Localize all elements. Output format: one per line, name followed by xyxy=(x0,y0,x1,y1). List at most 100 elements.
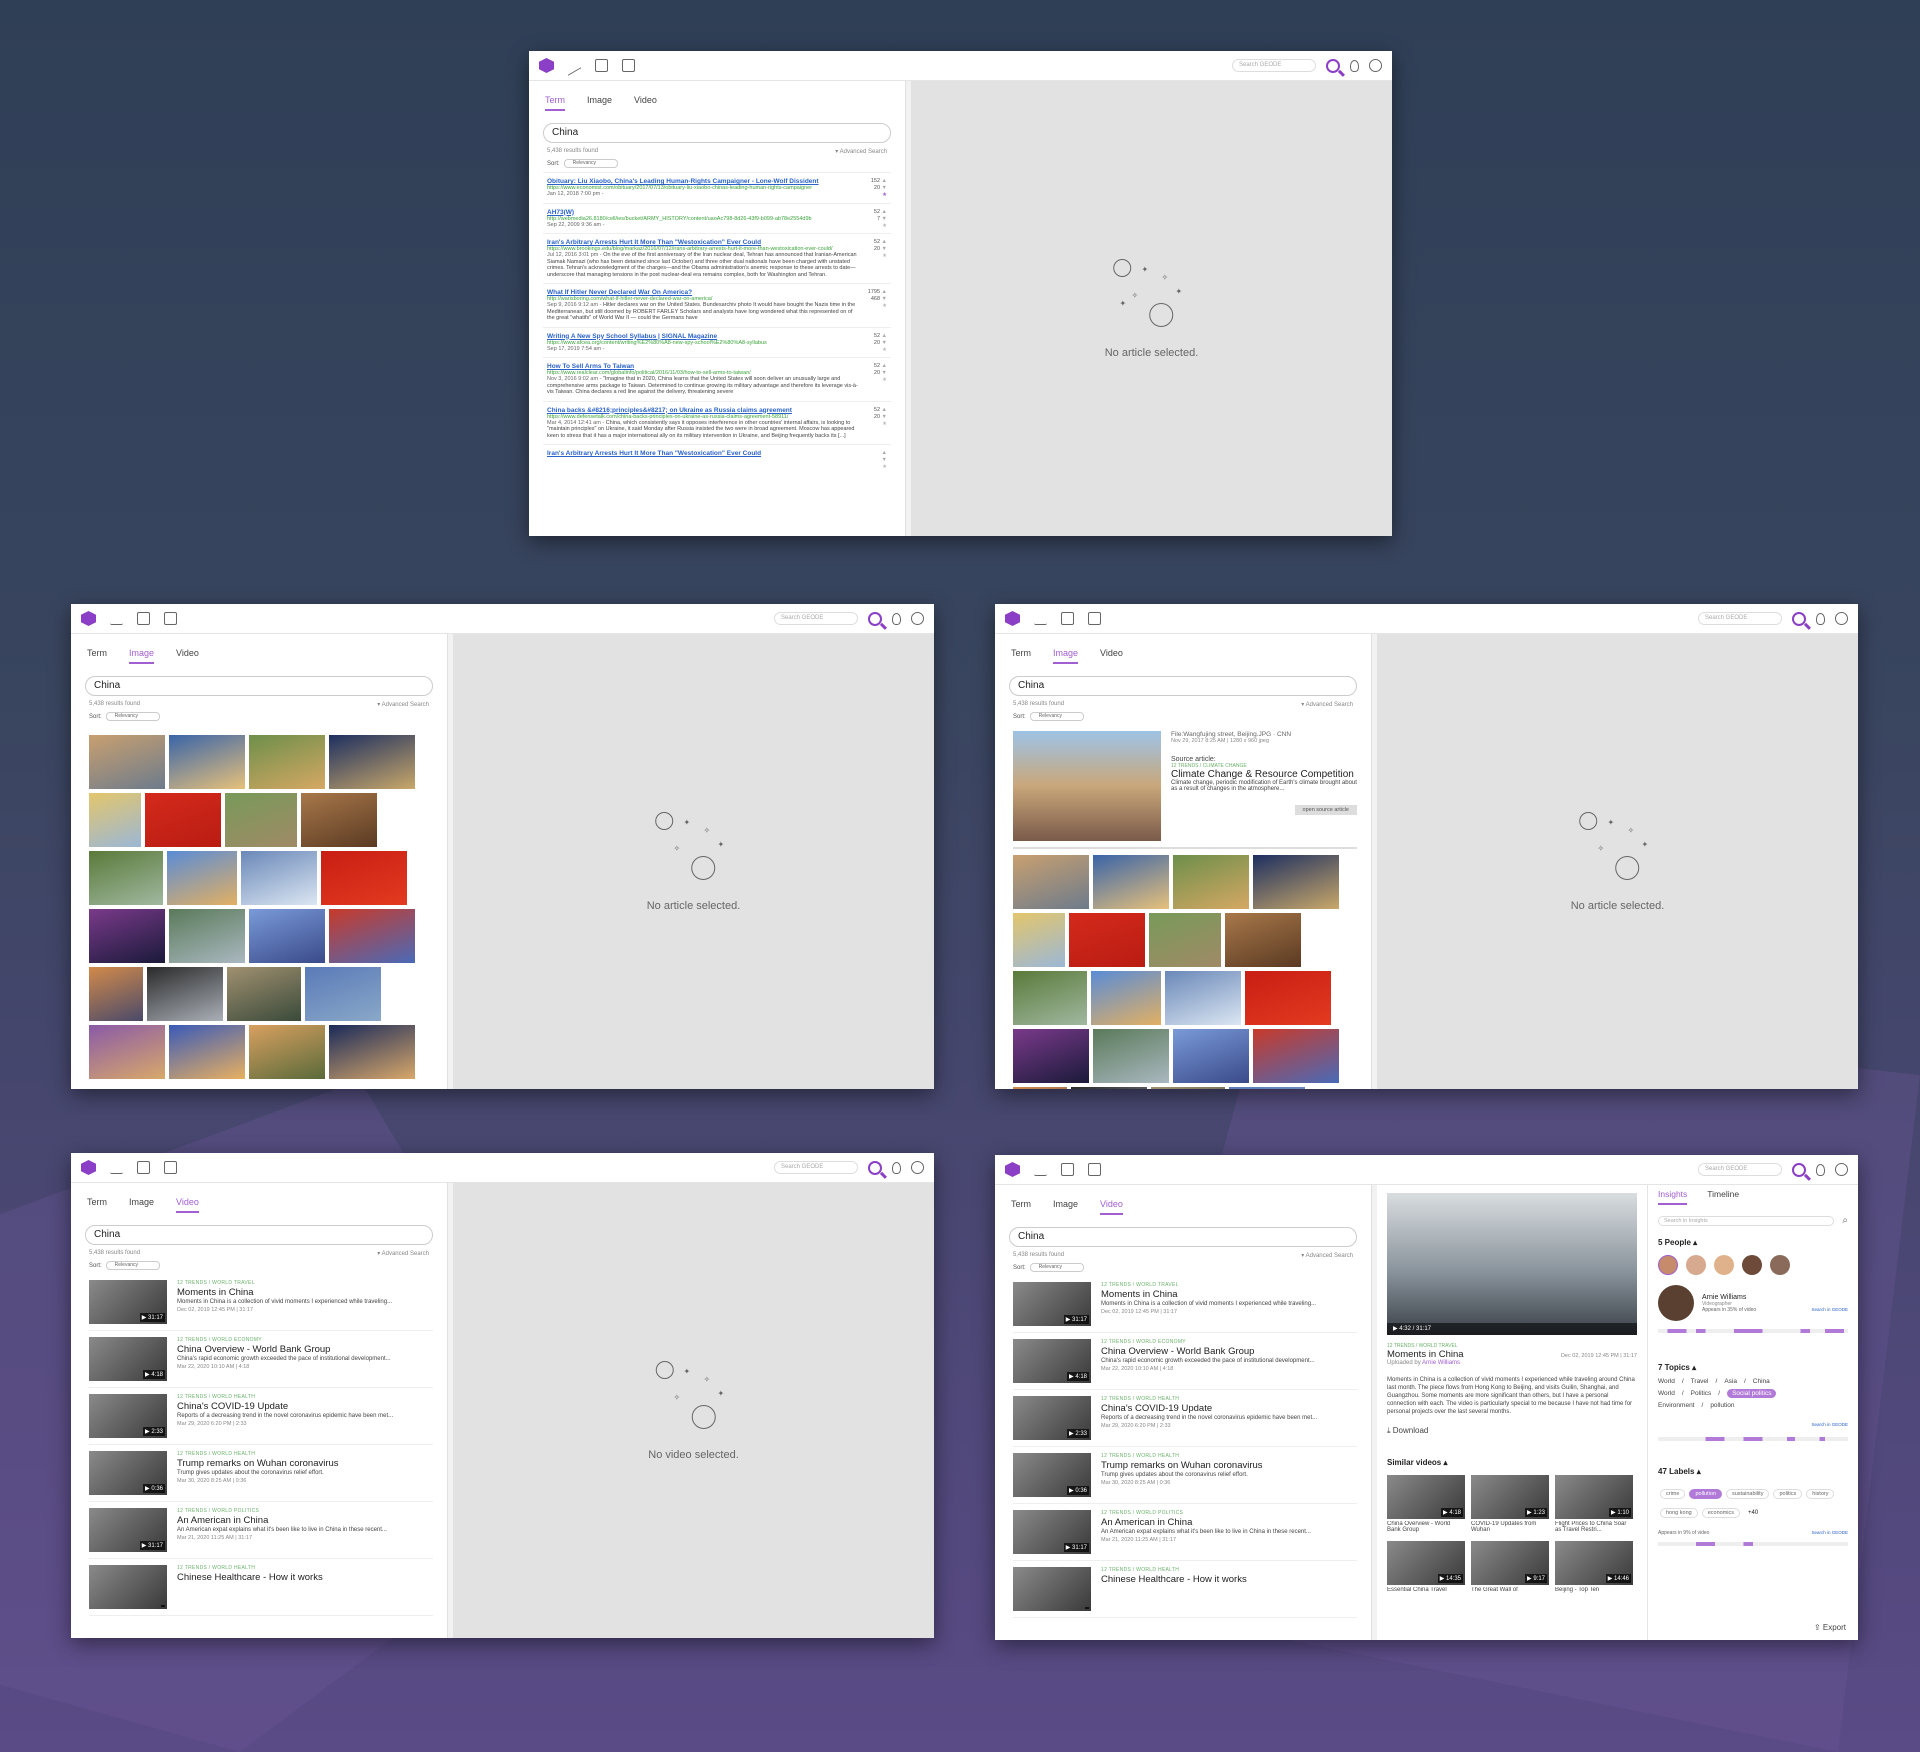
label-chip[interactable]: politics xyxy=(1773,1489,1803,1499)
topic-chip[interactable]: World xyxy=(1658,1390,1675,1397)
tab-timeline[interactable]: Timeline xyxy=(1707,1189,1739,1205)
profile-icon[interactable] xyxy=(1835,1163,1848,1176)
upvote-icon[interactable]: ▲ xyxy=(882,407,887,413)
tab-term[interactable]: Term xyxy=(1011,1199,1031,1215)
upvote-icon[interactable]: ▲ xyxy=(882,333,887,339)
tab-term[interactable]: Term xyxy=(87,648,107,664)
topic-chip[interactable]: Travel xyxy=(1691,1378,1709,1385)
similar-thumbnail[interactable]: ▶ 1:10 xyxy=(1555,1475,1633,1519)
similar-video[interactable]: ▶ 1:23 COVID-19 Updates from Wuhan xyxy=(1471,1475,1549,1535)
image-thumbnail[interactable] xyxy=(1173,1029,1249,1083)
video-result[interactable]: ▶ 31:17 12 TRENDS / WORLD TRAVEL Moments… xyxy=(1013,1276,1357,1333)
similar-thumbnail[interactable]: ▶ 9:17 xyxy=(1471,1541,1549,1585)
topic-chip[interactable]: Social politics xyxy=(1727,1389,1777,1398)
profile-icon[interactable] xyxy=(1835,612,1848,625)
video-title[interactable]: China's COVID-19 Update xyxy=(177,1401,393,1412)
image-thumbnail[interactable] xyxy=(147,967,223,1021)
trend-icon[interactable] xyxy=(110,612,123,625)
advanced-search-link[interactable]: ▾ Advanced Search xyxy=(377,701,429,708)
video-result[interactable]: ▶ 31:17 12 TRENDS / WORLD POLITICS An Am… xyxy=(89,1502,433,1559)
similar-title[interactable]: COVID-19 Updates from Wuhan xyxy=(1471,1521,1549,1535)
article-result[interactable]: Obituary: Liu Xiaobo, China's Leading Hu… xyxy=(543,172,891,203)
video-title[interactable]: An American in China xyxy=(1101,1517,1311,1528)
profile-icon[interactable] xyxy=(1369,59,1382,72)
search-geode-link[interactable]: Search in GEODE xyxy=(1811,1422,1848,1427)
video-result[interactable]: ▶ 4:18 12 TRENDS / WORLD ECONOMY China O… xyxy=(1013,1333,1357,1390)
similar-video[interactable]: ▶ 1:10 Flight Prices to China Soar as Tra… xyxy=(1555,1475,1633,1535)
avatar[interactable] xyxy=(1742,1255,1762,1275)
sort-select[interactable]: Relevancy xyxy=(1029,1263,1084,1272)
upvote-icon[interactable]: ▲ xyxy=(882,450,887,456)
export-button[interactable]: ⇪ Export xyxy=(1814,1623,1846,1632)
video-thumbnail[interactable]: ▶ 2:33 xyxy=(89,1394,167,1438)
geode-logo[interactable] xyxy=(81,611,96,626)
lightbulb-icon[interactable] xyxy=(1816,1163,1825,1176)
image-thumbnail[interactable] xyxy=(249,735,325,789)
downvote-icon[interactable]: ▼ xyxy=(882,370,887,376)
video-thumbnail[interactable]: ▶ 31:17 xyxy=(1013,1510,1091,1554)
news-icon[interactable] xyxy=(595,59,608,72)
similar-thumbnail[interactable]: ▶ 4:18 xyxy=(1387,1475,1465,1519)
image-thumbnail[interactable] xyxy=(1151,1087,1225,1089)
article-result[interactable]: China backs &#8216;principles&#8217; on … xyxy=(543,400,891,445)
tab-image[interactable]: Image xyxy=(1053,648,1079,664)
tab-image[interactable]: Image xyxy=(1053,1199,1078,1215)
image-thumbnail[interactable] xyxy=(227,967,301,1021)
avatar[interactable] xyxy=(1686,1255,1706,1275)
lightbulb-icon[interactable] xyxy=(1816,612,1825,625)
download-button[interactable]: ⤓ Download xyxy=(1387,1426,1637,1436)
image-thumbnail[interactable] xyxy=(1245,971,1331,1025)
upvote-icon[interactable]: ▲ xyxy=(882,289,887,295)
image-thumbnail[interactable] xyxy=(301,793,377,847)
image-thumbnail[interactable] xyxy=(1173,855,1249,909)
image-thumbnail[interactable] xyxy=(1013,855,1089,909)
star-icon[interactable]: ★ xyxy=(882,303,887,309)
avatar[interactable] xyxy=(1770,1255,1790,1275)
image-thumbnail[interactable] xyxy=(1253,1029,1339,1083)
video-result[interactable]: ▶ 31:17 12 TRENDS / WORLD POLITICS An Am… xyxy=(1013,1504,1357,1561)
video-title[interactable]: Chinese Healthcare - How it works xyxy=(1101,1574,1247,1585)
map-icon[interactable] xyxy=(1088,1163,1101,1176)
search-input[interactable]: Search GEODE xyxy=(774,1161,858,1174)
downvote-icon[interactable]: ▼ xyxy=(882,457,887,463)
similar-header[interactable]: Similar videos ▴ xyxy=(1387,1458,1637,1467)
article-title[interactable]: Iran's Arbitrary Arrests Hurt It More Th… xyxy=(547,450,861,457)
image-detail-card[interactable]: File:Wangfujing street, Beijing.JPG · CN… xyxy=(1013,731,1357,849)
search-icon[interactable] xyxy=(1326,58,1340,73)
image-thumbnail[interactable] xyxy=(1069,913,1145,967)
search-input[interactable]: Search GEODE xyxy=(774,612,858,625)
lightbulb-icon[interactable] xyxy=(892,1161,901,1174)
lightbulb-icon[interactable] xyxy=(892,612,901,625)
tab-term[interactable]: Term xyxy=(1011,648,1031,664)
video-title[interactable]: China's COVID-19 Update xyxy=(1101,1403,1317,1414)
sort-select[interactable]: Relevancy xyxy=(105,712,160,721)
person-timeline[interactable] xyxy=(1658,1329,1848,1333)
upvote-icon[interactable]: ▲ xyxy=(882,178,887,184)
similar-video[interactable]: ▶ 14:46 Beijing - Top Ten xyxy=(1555,1541,1633,1601)
people-header[interactable]: 5 People ▴ xyxy=(1658,1238,1848,1247)
video-thumbnail[interactable] xyxy=(1013,1567,1091,1611)
video-thumbnail[interactable]: ▶ 2:33 xyxy=(1013,1396,1091,1440)
image-thumbnail[interactable] xyxy=(89,909,165,963)
similar-title[interactable]: Flight Prices to China Soar as Travel Re… xyxy=(1555,1521,1633,1535)
search-geode-link[interactable]: Search in GEODE xyxy=(1811,1530,1848,1536)
image-thumbnail[interactable] xyxy=(329,909,415,963)
video-result[interactable]: 12 TRENDS / WORLD HEALTH Chinese Healthc… xyxy=(89,1559,433,1616)
video-thumbnail[interactable] xyxy=(89,1565,167,1609)
image-thumbnail[interactable] xyxy=(329,1025,415,1079)
label-chip[interactable]: economics xyxy=(1701,1508,1740,1518)
tab-image[interactable]: Image xyxy=(587,95,612,111)
article-result[interactable]: What If Hitler Never Declared War On Ame… xyxy=(543,283,891,327)
image-thumbnail[interactable] xyxy=(89,793,141,847)
video-result[interactable]: ▶ 0:36 12 TRENDS / WORLD HEALTH Trump re… xyxy=(1013,1447,1357,1504)
avatar[interactable] xyxy=(1658,1255,1678,1275)
similar-video[interactable]: ▶ 9:17 The Great Wall of xyxy=(1471,1541,1549,1601)
star-icon[interactable]: ★ xyxy=(882,377,887,383)
article-result[interactable]: Iran's Arbitrary Arrests Hurt It More Th… xyxy=(543,233,891,283)
source-title[interactable]: Climate Change & Resource Competition xyxy=(1171,769,1357,780)
topic-chip[interactable]: Asia xyxy=(1724,1378,1737,1385)
topics-header[interactable]: 7 Topics ▴ xyxy=(1658,1363,1848,1372)
search-input[interactable]: Search GEODE xyxy=(1698,612,1782,625)
geode-logo[interactable] xyxy=(1005,611,1020,626)
image-thumbnail[interactable] xyxy=(1225,913,1301,967)
